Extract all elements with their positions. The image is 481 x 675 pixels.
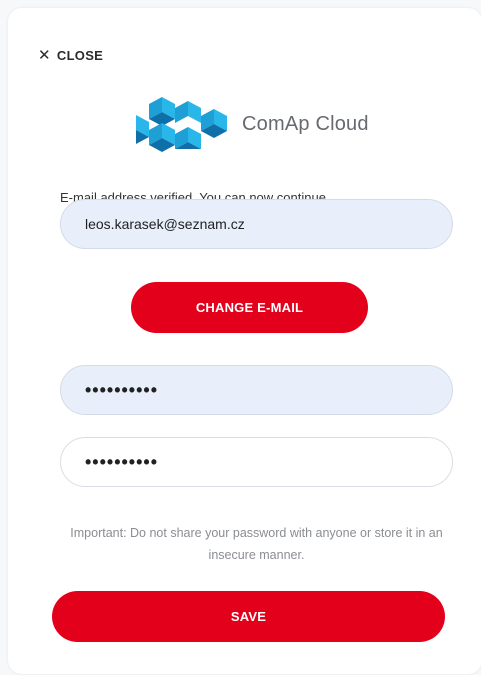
change-email-button[interactable]: CHANGE E-MAIL	[131, 282, 368, 333]
close-button[interactable]: ✕ CLOSE	[38, 48, 103, 63]
password-field[interactable]	[60, 365, 453, 415]
close-label: CLOSE	[56, 48, 104, 63]
email-field[interactable]	[60, 199, 453, 249]
security-hint: Important: Do not share your password wi…	[70, 526, 443, 562]
confirm-password-field[interactable]	[60, 437, 453, 487]
comap-logo-icon	[136, 97, 227, 152]
logo: ComAp Cloud	[132, 95, 369, 153]
save-button[interactable]: SAVE	[52, 591, 445, 642]
close-icon: ✕	[38, 47, 51, 64]
dialog-card: ✕ CLOSE ComAp Cloud E-mail address verif…	[8, 8, 481, 674]
logo-text: ComAp Cloud	[242, 112, 369, 135]
